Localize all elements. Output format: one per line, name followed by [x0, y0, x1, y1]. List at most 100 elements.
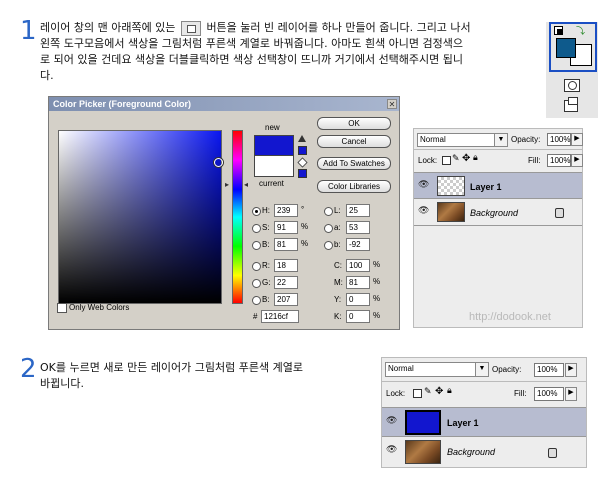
step-2-instructions: OK를 누르면 새로 만든 레이어가 그림처럼 푸른색 계열로 바뀝니다. — [40, 360, 370, 392]
opacity-label-2: Opacity: — [492, 365, 522, 374]
ok-button[interactable]: OK — [317, 117, 391, 130]
m-input[interactable]: 81 — [346, 276, 370, 289]
s-input[interactable]: 91 — [274, 221, 298, 234]
layer-row-layer1[interactable]: 👁︎ Layer 1 — [414, 172, 582, 199]
layer-thumbnail — [405, 440, 441, 464]
close-button[interactable]: ✕ — [387, 99, 397, 109]
c-input[interactable]: 100 — [346, 259, 370, 272]
opacity-slider-toggle-2[interactable]: ▶ — [565, 363, 577, 377]
add-to-swatches-button[interactable]: Add To Swatches — [317, 157, 391, 170]
eye-icon[interactable]: 👁︎ — [386, 445, 397, 455]
hue-slider[interactable] — [232, 130, 243, 304]
h-radio[interactable] — [252, 207, 261, 216]
y-input[interactable]: 0 — [346, 293, 370, 306]
b-radio[interactable] — [252, 241, 261, 250]
y-unit: % — [373, 294, 381, 303]
chevron-down-icon: ▼ — [494, 134, 507, 146]
s-radio[interactable] — [252, 224, 261, 233]
layer-name[interactable]: Layer 1 — [470, 182, 502, 192]
color-field[interactable] — [58, 130, 223, 304]
lab-b-input[interactable]: -92 — [346, 238, 370, 251]
swap-colors-icon[interactable]: ⤵ — [576, 24, 585, 37]
layer-name[interactable]: Background — [447, 447, 495, 457]
step-1-line-1: 레이어 창의 맨 아래쪽에 있는 버튼을 눌러 빈 레이어를 하나 만들어 줍니… — [40, 20, 545, 36]
layer-row-background[interactable]: 👁︎ Background — [414, 199, 582, 226]
cancel-button[interactable]: Cancel — [317, 135, 391, 148]
lab-b-radio[interactable] — [324, 241, 333, 250]
blue-radio[interactable] — [252, 296, 261, 305]
opacity-slider-toggle-1[interactable]: ▶ — [571, 133, 583, 146]
g-radio[interactable] — [252, 279, 261, 288]
lock-image-icon-2[interactable]: ✎ — [424, 387, 432, 397]
g-input[interactable]: 22 — [274, 276, 298, 289]
step-1-line-1-a: 레이어 창의 맨 아래쪽에 있는 — [40, 21, 176, 34]
b-unit: % — [301, 239, 309, 248]
b-input[interactable]: 81 — [274, 238, 298, 251]
gamut-warning-icon[interactable] — [298, 135, 306, 142]
s-label: S: — [262, 223, 270, 232]
fill-label-2: Fill: — [514, 389, 527, 398]
eye-icon[interactable]: 👁︎ — [418, 206, 429, 216]
b-label: B: — [262, 240, 270, 249]
blend-mode-select-2[interactable]: Normal ▼ — [385, 362, 489, 377]
lock-position-icon-1[interactable]: ✥ — [462, 153, 470, 164]
layer-name[interactable]: Layer 1 — [447, 418, 479, 428]
m-label: M: — [334, 278, 343, 287]
a-label: a: — [334, 223, 341, 232]
only-web-colors-checkbox[interactable] — [57, 303, 67, 313]
lock-position-icon-2[interactable]: ✥ — [435, 386, 443, 397]
layer-row-background[interactable]: 👁︎ Background — [382, 437, 586, 467]
h-input[interactable]: 239 — [274, 204, 298, 217]
opacity-input-1[interactable]: 100% — [547, 133, 571, 146]
dialog-title: Color Picker (Foreground Color) — [49, 97, 399, 111]
color-field-cursor[interactable] — [214, 158, 223, 167]
layer-name[interactable]: Background — [470, 208, 518, 218]
step-2-line-2: 바뀝니다. — [40, 377, 84, 390]
lock-image-icon-1[interactable]: ✎ — [452, 154, 460, 164]
a-radio[interactable] — [324, 224, 333, 233]
blend-mode-select-1[interactable]: Normal ▼ — [417, 133, 508, 147]
fill-input-1[interactable]: 100% — [547, 154, 571, 167]
l-label: L: — [334, 206, 341, 215]
lab-b-label: b: — [334, 240, 341, 249]
y-label: Y: — [334, 295, 342, 304]
lock-all-icon-2[interactable]: 🔒︎ — [447, 386, 452, 396]
foreground-color-swatch[interactable] — [556, 38, 576, 58]
screen-mode-icon[interactable] — [564, 97, 578, 112]
eye-icon[interactable]: 👁︎ — [386, 416, 397, 426]
new-color-swatch — [254, 135, 294, 156]
blend-mode-value-2: Normal — [388, 364, 414, 373]
current-color-swatch[interactable] — [254, 155, 294, 177]
lock-transparent-icon-1[interactable] — [442, 156, 451, 165]
hex-input[interactable]: 1216cf — [261, 310, 299, 323]
layer-thumbnail — [437, 202, 465, 222]
layer-thumbnail — [405, 410, 441, 435]
lock-icon — [548, 448, 557, 458]
web-safe-swatch[interactable] — [298, 169, 307, 178]
lock-all-icon-1[interactable]: 🔒︎ — [473, 153, 478, 163]
hex-label: # — [253, 312, 258, 321]
opacity-input-2[interactable]: 100% — [534, 363, 564, 377]
web-safe-cube-icon[interactable] — [297, 157, 308, 168]
quick-mask-icon[interactable] — [564, 79, 580, 92]
layer-row-layer1[interactable]: 👁︎ Layer 1 — [382, 407, 586, 437]
fill-slider-toggle-2[interactable]: ▶ — [565, 387, 577, 401]
gamut-swatch[interactable] — [298, 146, 307, 155]
a-input[interactable]: 53 — [346, 221, 370, 234]
k-input[interactable]: 0 — [346, 310, 370, 323]
l-input[interactable]: 25 — [346, 204, 370, 217]
fill-slider-toggle-1[interactable]: ▶ — [571, 154, 583, 167]
lock-transparent-icon-2[interactable] — [413, 389, 422, 398]
fill-input-2[interactable]: 100% — [534, 387, 564, 401]
m-unit: % — [373, 277, 381, 286]
hue-slider-left-arrow[interactable]: ▸ — [225, 181, 229, 189]
step-1-line-4: 다. — [40, 69, 54, 82]
eye-icon[interactable]: 👁︎ — [418, 180, 429, 190]
l-radio[interactable] — [324, 207, 333, 216]
r-radio[interactable] — [252, 262, 261, 271]
hue-slider-right-arrow[interactable]: ◂ — [244, 181, 248, 189]
blue-input[interactable]: 207 — [274, 293, 298, 306]
step-1-instructions: 레이어 창의 맨 아래쪽에 있는 버튼을 눌러 빈 레이어를 하나 만들어 줍니… — [40, 20, 545, 84]
r-input[interactable]: 18 — [274, 259, 298, 272]
color-libraries-button[interactable]: Color Libraries — [317, 180, 391, 193]
